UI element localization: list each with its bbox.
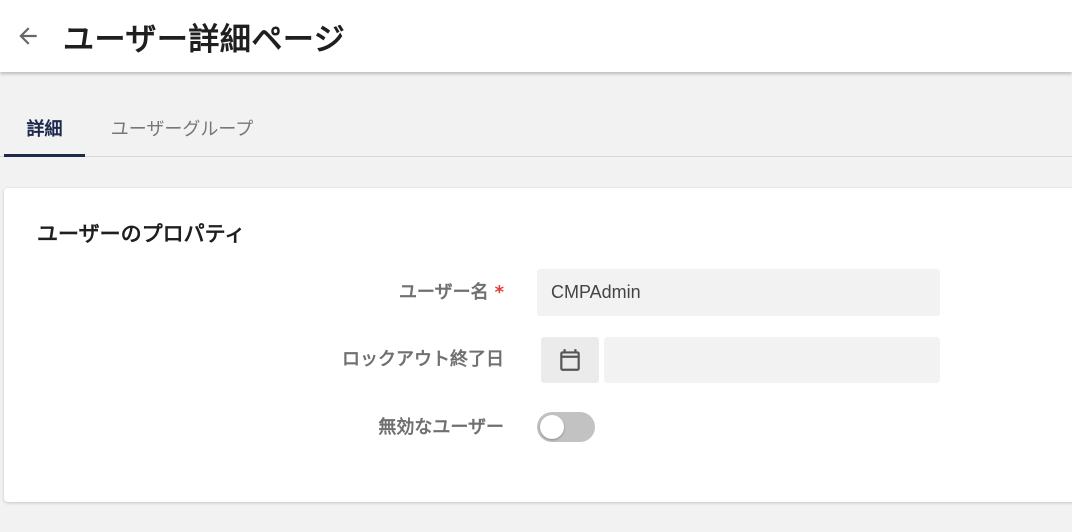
lockout-end-date-field[interactable]	[604, 337, 940, 383]
toggle-knob	[540, 415, 564, 439]
username-field[interactable]: CMPAdmin	[537, 269, 940, 316]
disabled-user-label: 無効なユーザー	[378, 417, 504, 438]
required-mark: *	[494, 282, 504, 303]
tab-user-groups[interactable]: ユーザーグループ	[97, 100, 267, 155]
user-properties-card: ユーザーのプロパティ ユーザー名 * CMPAdmin ロックアウト終了日 無効な…	[4, 188, 1072, 502]
section-title: ユーザーのプロパティ	[37, 222, 246, 246]
date-picker-button[interactable]	[541, 337, 599, 383]
page-title: ユーザー詳細ページ	[63, 22, 346, 58]
tab-details[interactable]: 詳細	[4, 100, 85, 157]
lockout-end-date-label: ロックアウト終了日	[342, 349, 504, 370]
page-header: ユーザー詳細ページ	[0, 0, 1072, 72]
back-button[interactable]	[10, 19, 46, 53]
username-label: ユーザー名 *	[4, 278, 504, 304]
disabled-user-toggle[interactable]	[537, 412, 595, 442]
calendar-icon	[560, 349, 580, 371]
username-value: CMPAdmin	[551, 282, 641, 302]
tab-bar: 詳細 ユーザーグループ	[0, 100, 1072, 157]
username-label-text: ユーザー名	[398, 282, 489, 303]
arrow-left-icon	[19, 27, 37, 45]
